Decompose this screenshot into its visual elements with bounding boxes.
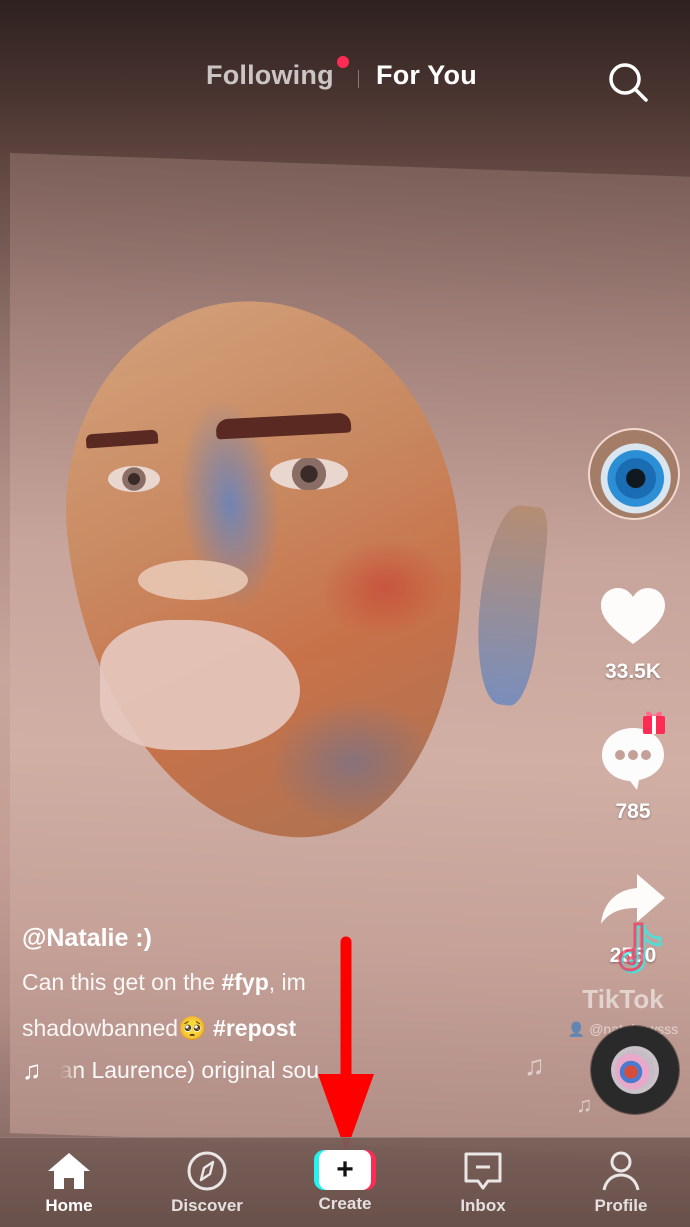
painted-eye-left: [108, 466, 160, 492]
video-description: Can this get on the #fyp, im shadowbanne…: [22, 959, 357, 1051]
description-line-1: Can this get on the #fyp, im: [22, 969, 306, 995]
floating-music-note-icon: ♫: [576, 1092, 593, 1117]
gift-icon: [643, 711, 665, 734]
compass-icon: [187, 1151, 227, 1191]
heart-icon: [601, 588, 665, 644]
annotation-arrow-icon: [318, 936, 374, 1152]
nav-inbox[interactable]: Inbox: [423, 1138, 543, 1227]
inbox-message-icon: [464, 1152, 502, 1190]
tab-for-you[interactable]: For You: [376, 60, 477, 91]
nav-discover-label: Discover: [171, 1196, 243, 1215]
nav-create-label: Create: [318, 1194, 372, 1213]
plus-icon: +: [319, 1150, 371, 1190]
music-disc-button[interactable]: [591, 1026, 679, 1114]
nav-create[interactable]: + Create: [285, 1138, 405, 1227]
description-line-2: shadowbanned🥺 #repost: [22, 1015, 297, 1041]
search-icon: [609, 63, 648, 102]
nav-profile[interactable]: Profile: [561, 1138, 681, 1227]
music-title: an Laurence) original sou: [59, 1057, 320, 1083]
home-icon: [48, 1153, 90, 1189]
person-icon: [602, 1151, 640, 1191]
like-count: 33.5K: [604, 660, 662, 683]
tab-following[interactable]: Following: [206, 60, 334, 91]
nav-profile-label: Profile: [594, 1196, 648, 1215]
tiktok-screen: Following For You 33.5K 785 2550 TikTok …: [0, 0, 690, 1227]
create-button[interactable]: +: [314, 1150, 376, 1190]
search-button[interactable]: [604, 58, 652, 106]
pleading-face-emoji: 🥺: [178, 1015, 207, 1041]
music-cover-art: [615, 1050, 655, 1090]
like-button[interactable]: 33.5K: [578, 582, 688, 684]
music-note-icon: ♫: [22, 1055, 42, 1085]
nav-discover[interactable]: Discover: [147, 1138, 267, 1227]
painted-eye-right: [270, 458, 348, 490]
creator-username[interactable]: @Natalie :): [22, 924, 582, 953]
top-tabs: Following For You: [0, 52, 690, 104]
creator-avatar[interactable]: [588, 428, 680, 520]
painted-nose: [138, 560, 248, 600]
nav-home[interactable]: Home: [9, 1138, 129, 1227]
following-notification-dot: [337, 56, 349, 68]
nav-inbox-label: Inbox: [460, 1196, 506, 1215]
hashtag-repost[interactable]: #repost: [207, 1015, 296, 1041]
video-caption: @Natalie :) Can this get on the #fyp, im…: [22, 924, 582, 1086]
bottom-nav: Home Discover + Create Inbox Profile: [0, 1137, 690, 1227]
nav-home-label: Home: [45, 1196, 93, 1215]
comment-count: 785: [615, 800, 651, 823]
tab-divider: [358, 70, 359, 88]
comment-button[interactable]: 785: [578, 722, 688, 824]
hashtag-fyp[interactable]: #fyp: [221, 969, 268, 995]
